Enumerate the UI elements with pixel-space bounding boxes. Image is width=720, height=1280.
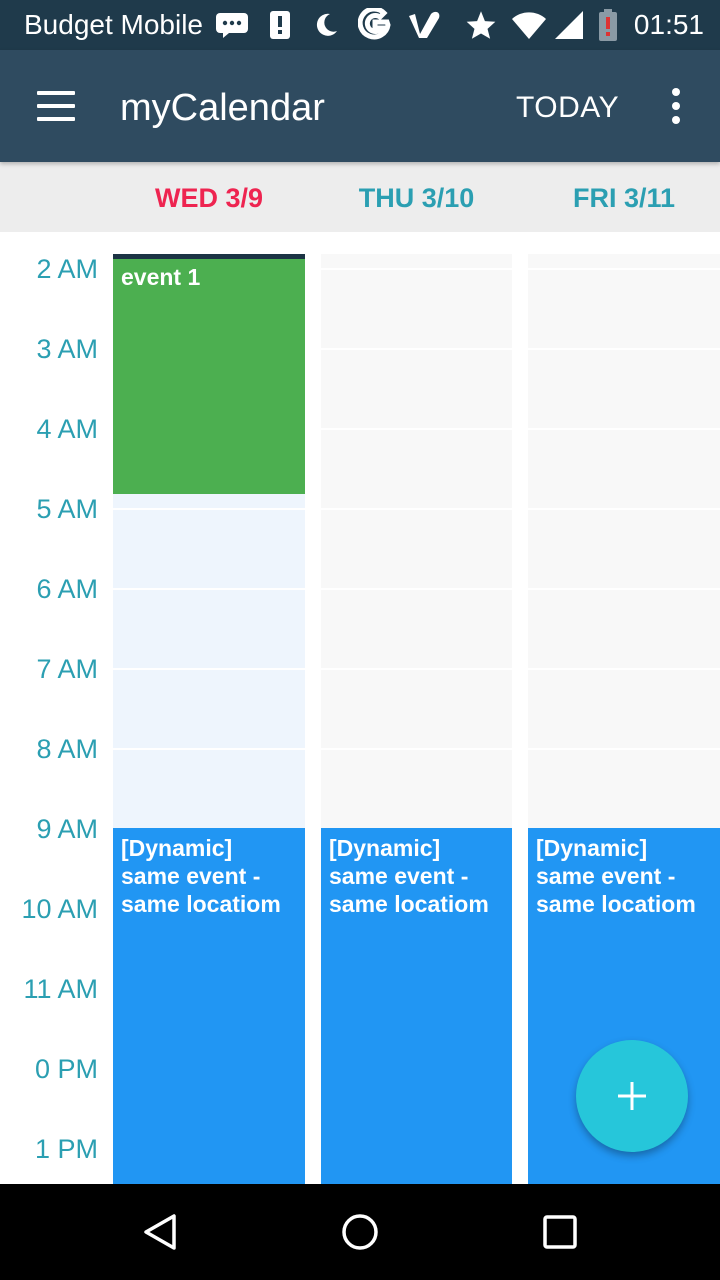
hour-label: 8 AM (36, 734, 98, 764)
grid-line (528, 668, 720, 670)
grid-line (113, 668, 305, 670)
hour-label: 0 PM (34, 1054, 98, 1084)
day-header: WED 3/9 THU 3/10 FRI 3/11 (0, 162, 720, 232)
plus-icon (615, 1079, 649, 1113)
app-title: myCalendar (120, 87, 325, 129)
back-triangle-icon[interactable] (120, 1202, 200, 1262)
event-card[interactable]: [Dynamic] same event - same locatiom (321, 828, 512, 1184)
recents-square-icon[interactable] (520, 1202, 600, 1262)
grid-line (321, 428, 512, 430)
more-vert-icon[interactable] (656, 82, 696, 130)
hour-label: 7 AM (36, 654, 98, 684)
hour-label: 4 AM (36, 414, 98, 444)
grid-line (528, 348, 720, 350)
google-icon (356, 8, 394, 42)
hour-label: 2 AM (36, 254, 98, 284)
navigation-bar (0, 1184, 720, 1280)
battery-low-icon (596, 8, 620, 42)
app-bar: myCalendar TODAY (0, 50, 720, 162)
grid-line (113, 508, 305, 510)
hour-label: 3 AM (36, 334, 98, 364)
star-icon (464, 8, 498, 42)
grid-line (528, 428, 720, 430)
day-header-fri[interactable]: FRI 3/11 (528, 182, 720, 214)
calendar-grid[interactable]: 2 AM 3 AM 4 AM 5 AM 6 AM 7 AM 8 AM 9 AM … (0, 232, 720, 1184)
signal-icon (552, 8, 586, 42)
grid-line (528, 268, 720, 270)
hour-label: 10 AM (21, 894, 98, 924)
grid-line (321, 268, 512, 270)
alert-icon (266, 8, 294, 42)
hamburger-menu-icon[interactable] (26, 80, 86, 132)
vimeo-icon (406, 8, 442, 42)
today-button[interactable]: TODAY (504, 88, 631, 128)
hour-label: 5 AM (36, 494, 98, 524)
grid-line (321, 588, 512, 590)
event-card[interactable]: [Dynamic] same event - same locatiom (113, 828, 305, 1184)
message-icon (214, 8, 250, 42)
grid-line (321, 348, 512, 350)
carrier-name: Budget Mobile (24, 9, 204, 40)
status-bar: Budget Mobile 01:51 (0, 0, 720, 50)
grid-line (321, 748, 512, 750)
hour-label: 1 PM (34, 1134, 98, 1164)
moon-icon (310, 8, 342, 42)
grid-line (528, 748, 720, 750)
add-event-button[interactable] (576, 1040, 688, 1152)
grid-line (528, 588, 720, 590)
grid-line (528, 508, 720, 510)
status-time: 01:51 (633, 9, 704, 40)
grid-line (113, 748, 305, 750)
grid-line (321, 508, 512, 510)
grid-line (321, 668, 512, 670)
hour-label: 6 AM (36, 574, 98, 604)
hour-label: 11 AM (23, 974, 98, 1004)
home-circle-icon[interactable] (320, 1202, 400, 1262)
wifi-icon (510, 8, 548, 42)
grid-line (113, 588, 305, 590)
event-card[interactable]: event 1 (113, 254, 305, 494)
hour-label: 9 AM (36, 814, 98, 844)
day-header-thu[interactable]: THU 3/10 (321, 182, 512, 214)
day-header-wed[interactable]: WED 3/9 (113, 182, 305, 214)
